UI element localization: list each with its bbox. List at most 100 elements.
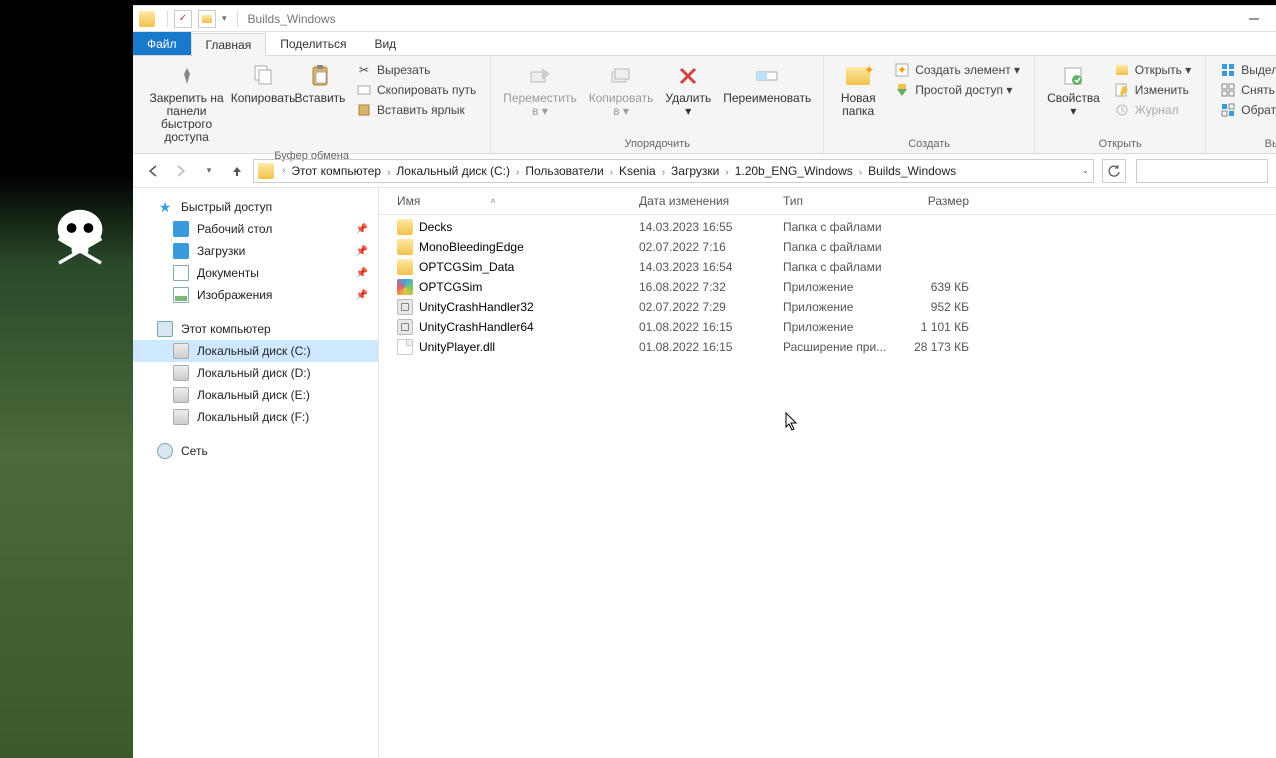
chevron-right-icon[interactable]: › [660, 167, 667, 178]
properties-icon [1059, 62, 1087, 90]
easyaccess-button[interactable]: Простой доступ ▾ [890, 80, 1024, 100]
sidebar-desktop[interactable]: Рабочий стол📌 [133, 218, 378, 240]
file-row[interactable]: OPTCGSim_Data14.03.2023 16:54Папка с фай… [379, 257, 1276, 277]
pasteshortcut-button[interactable]: Вставить ярлык [352, 100, 480, 120]
drive-icon [173, 365, 189, 381]
window-title: Builds_Windows [248, 12, 336, 26]
sidebar-drive[interactable]: Локальный диск (D:) [133, 362, 378, 384]
file-list[interactable]: Decks14.03.2023 16:55Папка с файламиMono… [379, 215, 1276, 758]
pin-icon: 📌 [356, 290, 368, 301]
column-date[interactable]: Дата изменения [639, 194, 783, 208]
copyto-button[interactable]: Копировать в ▾ [583, 58, 660, 122]
file-row[interactable]: MonoBleedingEdge02.07.2022 7:16Папка с ф… [379, 237, 1276, 257]
file-row[interactable]: Decks14.03.2023 16:55Папка с файлами [379, 217, 1276, 237]
sidebar-quickaccess[interactable]: ★Быстрый доступ [133, 196, 378, 218]
cut-button[interactable]: ✂Вырезать [352, 60, 480, 80]
sidebar-network[interactable]: Сеть [133, 440, 378, 462]
qat-newfolder-icon[interactable] [198, 10, 216, 28]
sidebar: ★Быстрый доступ Рабочий стол📌 Загрузки📌 … [133, 188, 379, 758]
qat-dropdown-icon[interactable]: ▾ [222, 13, 227, 24]
recent-dropdown[interactable]: ▾ [197, 159, 221, 183]
open-button[interactable]: Открыть ▾ [1110, 60, 1195, 80]
file-name: MonoBleedingEdge [419, 240, 524, 254]
column-headers: Имя˄ Дата изменения Тип Размер [379, 188, 1276, 215]
edit-icon [1114, 82, 1130, 98]
sidebar-drive[interactable]: Локальный диск (F:) [133, 406, 378, 428]
address-dropdown[interactable]: ⌄ [1081, 165, 1089, 176]
pin-icon [173, 62, 201, 90]
forward-button[interactable] [169, 159, 193, 183]
sidebar-thispc[interactable]: Этот компьютер [133, 318, 378, 340]
sidebar-drive[interactable]: Локальный диск (C:) [133, 340, 378, 362]
sidebar-documents[interactable]: Документы📌 [133, 262, 378, 284]
back-button[interactable] [141, 159, 165, 183]
newitem-button[interactable]: ✦Создать элемент ▾ [890, 60, 1024, 80]
moveto-icon [526, 62, 554, 90]
drive-icon [173, 343, 189, 359]
file-row[interactable]: OPTCGSim16.08.2022 7:32Приложение639 КБ [379, 277, 1276, 297]
column-type[interactable]: Тип [783, 194, 901, 208]
breadcrumb-item[interactable]: Этот компьютер [287, 164, 385, 178]
breadcrumb-item[interactable]: 1.20b_ENG_Windows [731, 164, 857, 178]
edit-button[interactable]: Изменить [1110, 80, 1195, 100]
breadcrumb-item[interactable]: Загрузки [667, 164, 723, 178]
breadcrumb-bar[interactable]: › Этот компьютер›Локальный диск (C:)›Пол… [253, 159, 1094, 183]
up-button[interactable] [225, 159, 249, 183]
dll-icon [397, 339, 413, 355]
delete-button[interactable]: Удалить ▾ [659, 58, 717, 122]
copy-button[interactable]: Копировать [234, 58, 292, 109]
breadcrumb-item[interactable]: Builds_Windows [864, 164, 960, 178]
file-name: Decks [419, 220, 452, 234]
pictures-icon [173, 287, 189, 303]
file-row[interactable]: UnityCrashHandler3202.07.2022 7:29Прилож… [379, 297, 1276, 317]
history-button[interactable]: Журнал [1110, 100, 1195, 120]
tab-share[interactable]: Поделиться [266, 32, 360, 55]
column-name[interactable]: Имя˄ [379, 194, 639, 208]
breadcrumb-item[interactable]: Локальный диск (C:) [392, 164, 514, 178]
file-row[interactable]: UnityCrashHandler6401.08.2022 16:15Прило… [379, 317, 1276, 337]
tab-file[interactable]: Файл [133, 32, 191, 55]
titlebar: ✓ ▾ Builds_Windows [133, 6, 1276, 32]
selectall-button[interactable]: Выделить все [1216, 60, 1276, 80]
pc-icon [157, 321, 173, 337]
selectnone-icon [1220, 82, 1236, 98]
sidebar-downloads[interactable]: Загрузки📌 [133, 240, 378, 262]
chevron-right-icon[interactable]: › [608, 167, 615, 178]
pin-icon: 📌 [356, 224, 368, 235]
paste-button[interactable]: Вставить [292, 58, 348, 109]
search-input[interactable] [1136, 159, 1268, 183]
minimize-button[interactable] [1231, 6, 1276, 32]
group-label-organize: Упорядочить [497, 136, 817, 153]
properties-button[interactable]: Свойства ▾ [1041, 58, 1106, 122]
sidebar-item-label: Локальный диск (D:) [197, 366, 311, 380]
rename-button[interactable]: Переименовать [717, 58, 817, 109]
file-row[interactable]: UnityPlayer.dll01.08.2022 16:15Расширени… [379, 337, 1276, 357]
qat-properties-icon[interactable]: ✓ [174, 10, 192, 28]
rename-icon [753, 62, 781, 90]
newfolder-button[interactable]: ✦ Новая папка [830, 58, 886, 122]
chevron-right-icon[interactable]: › [280, 165, 287, 176]
copypath-button[interactable]: Скопировать путь [352, 80, 480, 100]
chevron-right-icon[interactable]: › [723, 167, 730, 178]
sidebar-pictures[interactable]: Изображения📌 [133, 284, 378, 306]
sort-indicator-icon: ˄ [490, 196, 495, 206]
invert-button[interactable]: Обратить выделение [1216, 100, 1276, 120]
drive-icon [173, 387, 189, 403]
file-size: 952 КБ [901, 300, 981, 314]
tab-home[interactable]: Главная [191, 33, 267, 56]
column-size[interactable]: Размер [901, 194, 981, 208]
folder-icon [397, 219, 413, 235]
moveto-button[interactable]: Переместить в ▾ [497, 58, 583, 122]
sidebar-item-label: Локальный диск (F:) [197, 410, 309, 424]
pin-button[interactable]: Закрепить на панели быстрого доступа [139, 58, 234, 148]
selectnone-button[interactable]: Снять выделение [1216, 80, 1276, 100]
chevron-right-icon[interactable]: › [857, 167, 864, 178]
ribbon-group-select: Выделить все Снять выделение Обратить вы… [1206, 56, 1276, 153]
breadcrumb-item[interactable]: Пользователи [521, 164, 607, 178]
ribbon-group-clipboard: Закрепить на панели быстрого доступа Коп… [133, 56, 491, 153]
tab-view[interactable]: Вид [360, 32, 410, 55]
sidebar-drive[interactable]: Локальный диск (E:) [133, 384, 378, 406]
file-type: Приложение [783, 320, 901, 334]
refresh-button[interactable] [1102, 159, 1126, 183]
breadcrumb-item[interactable]: Ksenia [615, 164, 660, 178]
